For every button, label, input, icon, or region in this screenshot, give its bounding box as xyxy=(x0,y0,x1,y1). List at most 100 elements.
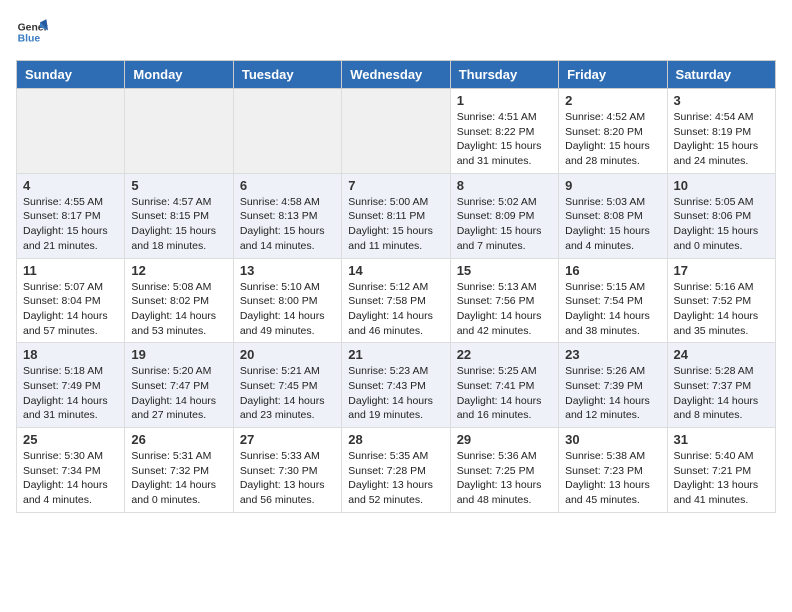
day-number: 27 xyxy=(240,432,335,447)
day-info: Sunrise: 5:38 AM Sunset: 7:23 PM Dayligh… xyxy=(565,449,660,508)
calendar-day-cell: 22 Sunrise: 5:25 AM Sunset: 7:41 PM Dayli… xyxy=(450,343,558,428)
day-info: Sunrise: 5:03 AM Sunset: 8:08 PM Dayligh… xyxy=(565,195,660,254)
calendar-day-cell: 20 Sunrise: 5:21 AM Sunset: 7:45 PM Dayli… xyxy=(233,343,341,428)
day-info: Sunrise: 4:54 AM Sunset: 8:19 PM Dayligh… xyxy=(674,110,769,169)
day-number: 14 xyxy=(348,263,443,278)
calendar-day-cell: 24 Sunrise: 5:28 AM Sunset: 7:37 PM Dayli… xyxy=(667,343,775,428)
page-header: General Blue xyxy=(16,16,776,48)
day-number: 4 xyxy=(23,178,118,193)
calendar-week-row: 11 Sunrise: 5:07 AM Sunset: 8:04 PM Dayli… xyxy=(17,258,776,343)
day-number: 5 xyxy=(131,178,226,193)
day-info: Sunrise: 5:31 AM Sunset: 7:32 PM Dayligh… xyxy=(131,449,226,508)
calendar-day-cell xyxy=(342,89,450,174)
calendar-day-cell: 12 Sunrise: 5:08 AM Sunset: 8:02 PM Dayli… xyxy=(125,258,233,343)
day-number: 12 xyxy=(131,263,226,278)
calendar-day-cell: 27 Sunrise: 5:33 AM Sunset: 7:30 PM Dayli… xyxy=(233,428,341,513)
calendar-day-cell: 4 Sunrise: 4:55 AM Sunset: 8:17 PM Daylig… xyxy=(17,173,125,258)
day-info: Sunrise: 5:07 AM Sunset: 8:04 PM Dayligh… xyxy=(23,280,118,339)
day-number: 20 xyxy=(240,347,335,362)
day-number: 13 xyxy=(240,263,335,278)
day-info: Sunrise: 4:52 AM Sunset: 8:20 PM Dayligh… xyxy=(565,110,660,169)
day-number: 7 xyxy=(348,178,443,193)
calendar-day-cell xyxy=(233,89,341,174)
calendar-week-row: 18Sunrise: 5:18 AM Sunset: 7:49 PM Dayli… xyxy=(17,343,776,428)
calendar-day-cell: 28 Sunrise: 5:35 AM Sunset: 7:28 PM Dayli… xyxy=(342,428,450,513)
calendar-week-row: 4 Sunrise: 4:55 AM Sunset: 8:17 PM Daylig… xyxy=(17,173,776,258)
calendar-day-cell: 15 Sunrise: 5:13 AM Sunset: 7:56 PM Dayli… xyxy=(450,258,558,343)
weekday-header: Sunday xyxy=(17,61,125,89)
day-info: Sunrise: 5:25 AM Sunset: 7:41 PM Dayligh… xyxy=(457,364,552,423)
day-info: Sunrise: 5:08 AM Sunset: 8:02 PM Dayligh… xyxy=(131,280,226,339)
weekday-header: Saturday xyxy=(667,61,775,89)
day-number: 19 xyxy=(131,347,226,362)
calendar-day-cell: 23Sunrise: 5:26 AM Sunset: 7:39 PM Dayli… xyxy=(559,343,667,428)
day-info: Sunrise: 5:35 AM Sunset: 7:28 PM Dayligh… xyxy=(348,449,443,508)
calendar-day-cell: 5 Sunrise: 4:57 AM Sunset: 8:15 PM Daylig… xyxy=(125,173,233,258)
day-number: 30 xyxy=(565,432,660,447)
day-info: Sunrise: 4:51 AM Sunset: 8:22 PM Dayligh… xyxy=(457,110,552,169)
calendar-day-cell: 19 Sunrise: 5:20 AM Sunset: 7:47 PM Dayli… xyxy=(125,343,233,428)
calendar-day-cell: 30 Sunrise: 5:38 AM Sunset: 7:23 PM Dayli… xyxy=(559,428,667,513)
day-number: 10 xyxy=(674,178,769,193)
day-info: Sunrise: 5:15 AM Sunset: 7:54 PM Dayligh… xyxy=(565,280,660,339)
day-number: 18 xyxy=(23,347,118,362)
day-info: Sunrise: 5:40 AM Sunset: 7:21 PM Dayligh… xyxy=(674,449,769,508)
calendar-day-cell: 11 Sunrise: 5:07 AM Sunset: 8:04 PM Dayli… xyxy=(17,258,125,343)
day-info: Sunrise: 5:10 AM Sunset: 8:00 PM Dayligh… xyxy=(240,280,335,339)
day-info: Sunrise: 5:02 AM Sunset: 8:09 PM Dayligh… xyxy=(457,195,552,254)
day-info: Sunrise: 5:12 AM Sunset: 7:58 PM Dayligh… xyxy=(348,280,443,339)
weekday-header: Wednesday xyxy=(342,61,450,89)
day-info: Sunrise: 5:13 AM Sunset: 7:56 PM Dayligh… xyxy=(457,280,552,339)
day-number: 22 xyxy=(457,347,552,362)
logo: General Blue xyxy=(16,16,56,48)
weekday-header: Thursday xyxy=(450,61,558,89)
day-info: Sunrise: 4:57 AM Sunset: 8:15 PM Dayligh… xyxy=(131,195,226,254)
calendar-day-cell: 10 Sunrise: 5:05 AM Sunset: 8:06 PM Dayli… xyxy=(667,173,775,258)
day-number: 15 xyxy=(457,263,552,278)
day-number: 1 xyxy=(457,93,552,108)
day-number: 21 xyxy=(348,347,443,362)
day-info: Sunrise: 4:55 AM Sunset: 8:17 PM Dayligh… xyxy=(23,195,118,254)
day-number: 29 xyxy=(457,432,552,447)
day-number: 28 xyxy=(348,432,443,447)
day-number: 9 xyxy=(565,178,660,193)
calendar-day-cell: 18Sunrise: 5:18 AM Sunset: 7:49 PM Dayli… xyxy=(17,343,125,428)
calendar-day-cell: 9 Sunrise: 5:03 AM Sunset: 8:08 PM Daylig… xyxy=(559,173,667,258)
day-info: Sunrise: 5:00 AM Sunset: 8:11 PM Dayligh… xyxy=(348,195,443,254)
day-info: Sunrise: 4:58 AM Sunset: 8:13 PM Dayligh… xyxy=(240,195,335,254)
day-info: Sunrise: 5:21 AM Sunset: 7:45 PM Dayligh… xyxy=(240,364,335,423)
calendar-day-cell: 17 Sunrise: 5:16 AM Sunset: 7:52 PM Dayli… xyxy=(667,258,775,343)
calendar-day-cell: 25 Sunrise: 5:30 AM Sunset: 7:34 PM Dayli… xyxy=(17,428,125,513)
day-info: Sunrise: 5:33 AM Sunset: 7:30 PM Dayligh… xyxy=(240,449,335,508)
day-number: 17 xyxy=(674,263,769,278)
day-info: Sunrise: 5:30 AM Sunset: 7:34 PM Dayligh… xyxy=(23,449,118,508)
calendar-table: SundayMondayTuesdayWednesdayThursdayFrid… xyxy=(16,60,776,513)
svg-text:Blue: Blue xyxy=(18,34,41,45)
calendar-day-cell: 7 Sunrise: 5:00 AM Sunset: 8:11 PM Daylig… xyxy=(342,173,450,258)
day-number: 6 xyxy=(240,178,335,193)
day-info: Sunrise: 5:28 AM Sunset: 7:37 PM Dayligh… xyxy=(674,364,769,423)
day-info: Sunrise: 5:16 AM Sunset: 7:52 PM Dayligh… xyxy=(674,280,769,339)
calendar-day-cell: 29 Sunrise: 5:36 AM Sunset: 7:25 PM Dayli… xyxy=(450,428,558,513)
day-number: 25 xyxy=(23,432,118,447)
day-number: 23 xyxy=(565,347,660,362)
calendar-day-cell: 6 Sunrise: 4:58 AM Sunset: 8:13 PM Daylig… xyxy=(233,173,341,258)
calendar-day-cell: 14 Sunrise: 5:12 AM Sunset: 7:58 PM Dayli… xyxy=(342,258,450,343)
calendar-day-cell: 8 Sunrise: 5:02 AM Sunset: 8:09 PM Daylig… xyxy=(450,173,558,258)
calendar-day-cell xyxy=(125,89,233,174)
day-number: 26 xyxy=(131,432,226,447)
day-number: 24 xyxy=(674,347,769,362)
day-info: Sunrise: 5:05 AM Sunset: 8:06 PM Dayligh… xyxy=(674,195,769,254)
calendar-day-cell: 1 Sunrise: 4:51 AM Sunset: 8:22 PM Daylig… xyxy=(450,89,558,174)
day-info: Sunrise: 5:36 AM Sunset: 7:25 PM Dayligh… xyxy=(457,449,552,508)
weekday-header: Monday xyxy=(125,61,233,89)
day-number: 11 xyxy=(23,263,118,278)
day-number: 2 xyxy=(565,93,660,108)
calendar-day-cell: 3Sunrise: 4:54 AM Sunset: 8:19 PM Daylig… xyxy=(667,89,775,174)
calendar-day-cell: 16Sunrise: 5:15 AM Sunset: 7:54 PM Dayli… xyxy=(559,258,667,343)
day-number: 8 xyxy=(457,178,552,193)
calendar-week-row: 1 Sunrise: 4:51 AM Sunset: 8:22 PM Daylig… xyxy=(17,89,776,174)
day-info: Sunrise: 5:20 AM Sunset: 7:47 PM Dayligh… xyxy=(131,364,226,423)
weekday-header: Tuesday xyxy=(233,61,341,89)
calendar-day-cell: 2 Sunrise: 4:52 AM Sunset: 8:20 PM Daylig… xyxy=(559,89,667,174)
